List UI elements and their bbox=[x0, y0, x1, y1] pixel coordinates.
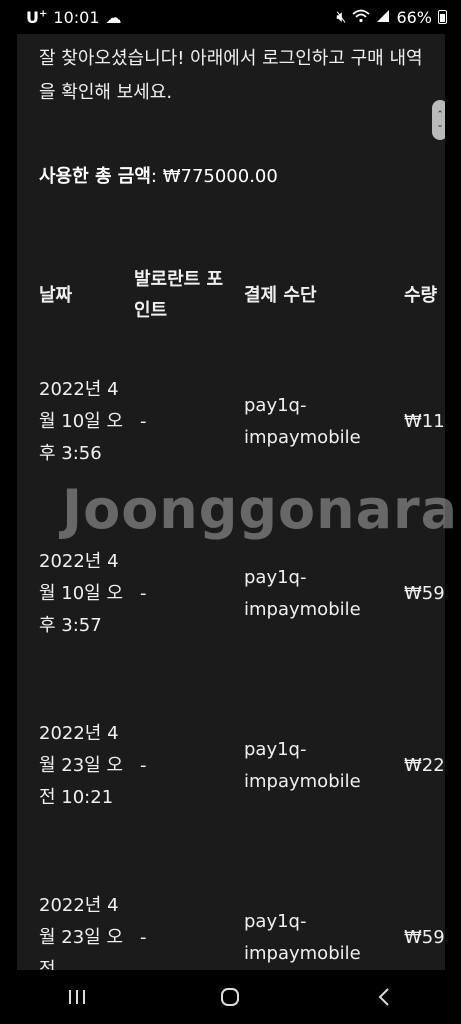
clock: 10:01 bbox=[53, 7, 100, 27]
carrier-label: U+ bbox=[26, 7, 48, 27]
signal-icon bbox=[376, 8, 390, 27]
header-date: 날짜 bbox=[39, 284, 73, 306]
home-button[interactable] bbox=[200, 977, 260, 1017]
purchase-history-table: 날짜 발로란트 포인트 결제 수단 수량 2022년 4월 10일 오후 3:5… bbox=[39, 254, 445, 970]
chevron-up-icon: ⌃ bbox=[436, 110, 444, 120]
cell-payment: pay1q-impaymobile bbox=[244, 911, 361, 964]
cell-points: - bbox=[140, 927, 147, 948]
wifi-icon bbox=[352, 8, 371, 27]
table-row: 2022년 4월 23일 오전 - pay1q-impaymobile ₩590… bbox=[39, 852, 445, 970]
total-spent: 사용한 총 금액: ₩775000.00 bbox=[39, 162, 278, 188]
table-header-row: 날짜 발로란트 포인트 결제 수단 수량 bbox=[39, 254, 445, 336]
intro-text: 잘 찾아오셨습니다! 아래에서 로그인하고 구매 내역을 확인해 보세요. bbox=[39, 48, 423, 103]
table-row: 2022년 4월 23일 오전 10:21 - pay1q-impaymobil… bbox=[39, 680, 445, 852]
header-amount: 수량 bbox=[404, 284, 438, 306]
battery-icon bbox=[438, 10, 447, 24]
chevron-down-icon: ⌄ bbox=[436, 120, 444, 130]
cell-date: 2022년 4월 23일 오전 bbox=[39, 895, 124, 970]
home-icon bbox=[221, 988, 240, 1006]
back-button[interactable] bbox=[354, 977, 414, 1017]
header-points: 발로란트 포인트 bbox=[134, 269, 224, 321]
back-icon bbox=[378, 988, 389, 1006]
total-label: 사용한 총 금액 bbox=[39, 166, 151, 187]
navigation-bar bbox=[0, 970, 461, 1024]
watermark: Joonggonara bbox=[62, 478, 459, 541]
cell-amount: ₩220000 bbox=[404, 755, 445, 776]
recent-apps-button[interactable] bbox=[47, 977, 107, 1017]
cloud-icon: ☁ bbox=[105, 7, 122, 27]
total-value: : ₩775000.00 bbox=[150, 166, 278, 187]
scroll-handle[interactable]: ⌃ ⌄ bbox=[432, 100, 445, 140]
battery-percent: 66% bbox=[396, 7, 432, 27]
status-bar: U+ 10:01 ☁ 🔇︎ 66% bbox=[0, 0, 461, 34]
cell-date: 2022년 4월 23일 오전 10:21 bbox=[39, 723, 124, 808]
cell-amount: ₩590000 bbox=[404, 927, 445, 948]
recent-apps-icon bbox=[68, 990, 85, 1004]
cell-payment: pay1q-impaymobile bbox=[244, 739, 361, 792]
mute-icon: 🔇︎ bbox=[336, 7, 347, 26]
cell-points: - bbox=[140, 755, 147, 776]
header-payment: 결제 수단 bbox=[244, 284, 317, 306]
